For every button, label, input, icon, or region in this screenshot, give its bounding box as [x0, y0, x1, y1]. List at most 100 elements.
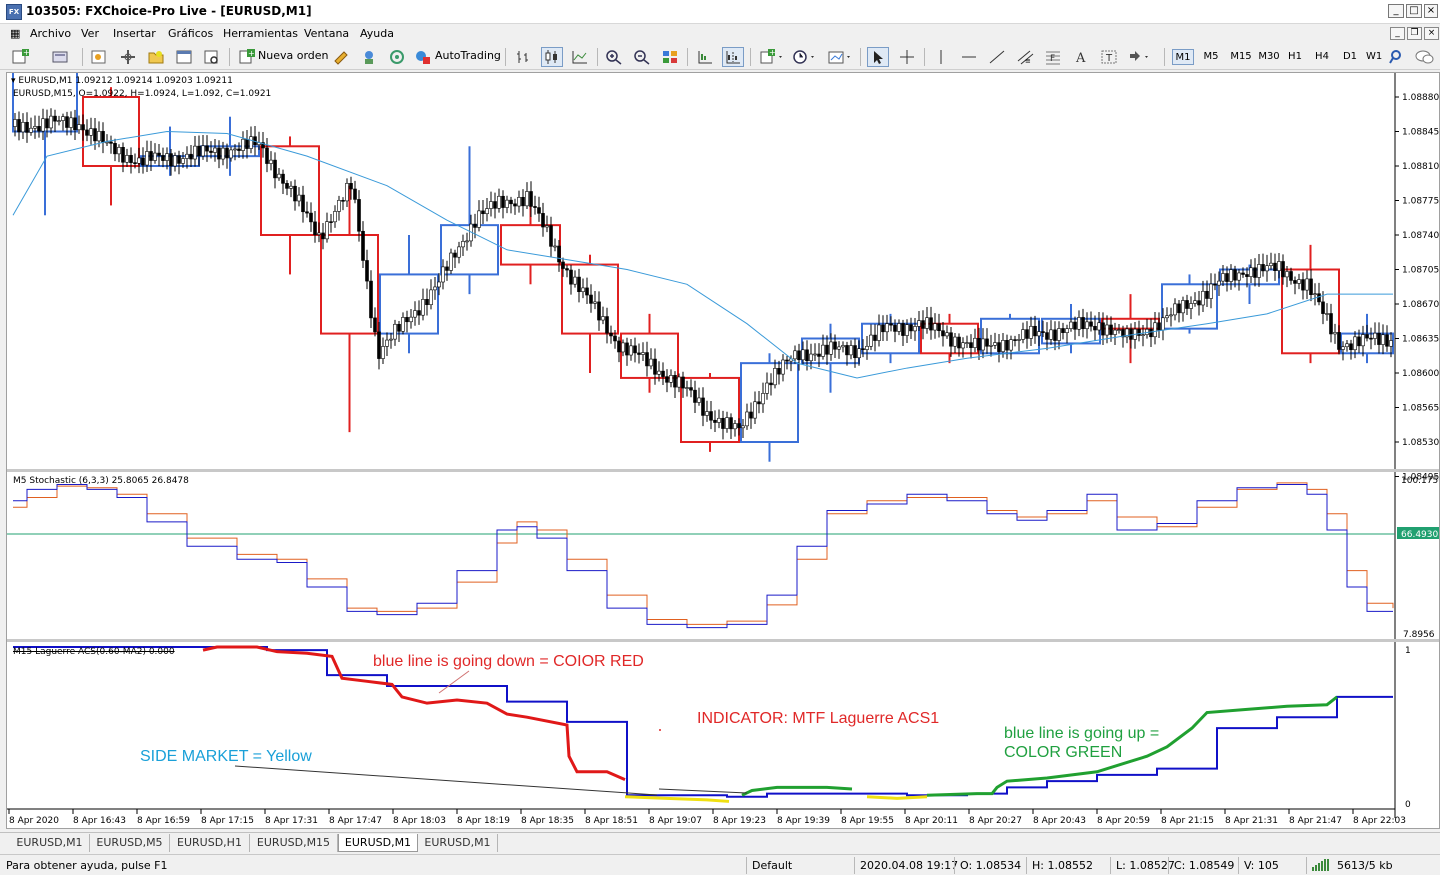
menu-insertar[interactable]: Insertar	[113, 27, 156, 40]
menu-graficos[interactable]: Gráficos	[168, 27, 213, 40]
menu-ver[interactable]: Ver	[81, 27, 99, 40]
timeframe-d1[interactable]: D1	[1339, 49, 1361, 65]
chart-shift-icon[interactable]	[722, 47, 744, 67]
status-help: Para obtener ayuda, pulse F1	[6, 859, 168, 872]
m1-candle	[1165, 315, 1169, 319]
tile-windows-icon[interactable]	[659, 47, 681, 67]
crosshair-icon[interactable]	[896, 47, 918, 67]
timeframe-m15[interactable]: M15	[1228, 49, 1254, 65]
fibonacci-icon[interactable]: F	[1042, 47, 1064, 67]
cursor-icon[interactable]	[867, 47, 889, 67]
indicators-icon[interactable]: +	[758, 47, 786, 67]
symbol-info-line: ▾ EURUSD,M1 1.09212 1.09214 1.09203 1.09…	[11, 76, 233, 86]
candlestick-icon[interactable]	[541, 47, 563, 67]
terminal-icon[interactable]	[173, 47, 195, 67]
timeframe-m1[interactable]: M1	[1172, 49, 1194, 65]
close-button[interactable]: ×	[1424, 4, 1438, 18]
menu-archivo[interactable]: Archivo	[30, 27, 71, 40]
chart-tab-1[interactable]: EURUSD,M1	[10, 834, 90, 852]
svg-text:A: A	[1075, 51, 1086, 65]
m1-candle	[973, 337, 977, 348]
chart-tab-3[interactable]: EURUSD,H1	[170, 834, 250, 852]
metaeditor-icon[interactable]	[330, 47, 352, 67]
profiles-icon[interactable]	[50, 47, 72, 67]
equidistant-channel-icon[interactable]: ≡	[1014, 47, 1036, 67]
data-window-icon[interactable]	[117, 47, 139, 67]
periods-icon[interactable]	[790, 47, 818, 67]
m1-candle	[1157, 322, 1161, 331]
autotrading-icon[interactable]	[412, 47, 434, 67]
templates-icon[interactable]	[826, 47, 854, 67]
menu-bar: ▦ Archivo Ver Insertar Gráficos Herramie…	[0, 24, 1440, 44]
m1-candle	[189, 153, 193, 160]
m1-candle	[141, 157, 145, 166]
m1-candle	[797, 350, 801, 361]
m1-candle	[1189, 303, 1193, 309]
m1-candle	[317, 232, 321, 235]
maximize-button[interactable]: □	[1406, 4, 1422, 18]
menu-ayuda[interactable]: Ayuda	[360, 27, 394, 40]
m1-candle	[1141, 334, 1145, 336]
menu-icon[interactable]: ▦	[10, 27, 20, 40]
timeframe-m30[interactable]: M30	[1256, 49, 1282, 65]
timeframe-m5[interactable]: M5	[1200, 49, 1222, 65]
market-watch-icon[interactable]	[88, 47, 110, 67]
minimize-button[interactable]: _	[1388, 4, 1404, 18]
new-chart-icon[interactable]: +	[10, 47, 32, 67]
line-chart-icon[interactable]	[569, 47, 591, 67]
time-axis-label: 8 Apr 19:23	[713, 816, 766, 826]
menu-ventana[interactable]: Ventana	[304, 27, 349, 40]
m1-candle	[861, 348, 865, 350]
timeframe-w1[interactable]: W1	[1366, 49, 1382, 65]
arrows-icon[interactable]	[1126, 47, 1154, 67]
text-label-icon[interactable]: T	[1098, 47, 1120, 67]
strategy-tester-icon[interactable]	[201, 47, 223, 67]
timeframe-h4[interactable]: H4	[1311, 49, 1333, 65]
search-icon[interactable]	[1386, 47, 1408, 67]
auto-scroll-icon[interactable]	[694, 47, 716, 67]
m1-candle	[57, 120, 61, 122]
mdi-close-button[interactable]: ×	[1424, 27, 1439, 40]
market-icon[interactable]	[386, 47, 408, 67]
chart-window[interactable]: 1.08880 1.08845 1.08810 1.08775 1.08740 1.087…	[6, 72, 1440, 829]
m1-candle	[609, 332, 613, 337]
chart-tab-6[interactable]: EURUSD,M1	[418, 834, 498, 852]
m1-candle	[1057, 328, 1061, 341]
zoom-out-icon[interactable]	[631, 47, 653, 67]
mdi-minimize-button[interactable]: _	[1390, 27, 1405, 40]
trendline-icon[interactable]	[986, 47, 1008, 67]
chat-icon[interactable]	[1414, 47, 1436, 67]
chart-tab-4[interactable]: EURUSD,M15	[250, 834, 338, 852]
zoom-in-icon[interactable]	[603, 47, 625, 67]
m1-candle	[805, 349, 809, 362]
m1-candle	[129, 155, 133, 163]
m1-candle	[17, 119, 21, 133]
mdi-restore-button[interactable]: ❐	[1407, 27, 1422, 40]
m1-candle	[1037, 331, 1041, 337]
m1-candle	[821, 344, 825, 357]
m1-candle	[457, 246, 461, 258]
vertical-line-icon[interactable]	[930, 47, 952, 67]
new-order-icon[interactable]: +	[236, 47, 258, 67]
text-icon[interactable]: A	[1070, 47, 1092, 67]
new-order-label[interactable]: Nueva orden	[258, 49, 329, 62]
m1-candle	[265, 147, 269, 164]
m1-candle	[1269, 262, 1273, 266]
m1-candle	[437, 281, 441, 288]
bar-chart-icon[interactable]	[513, 47, 535, 67]
chart-tab-5[interactable]: EURUSD,M1	[338, 834, 418, 852]
horizontal-line-icon[interactable]	[958, 47, 980, 67]
m1-candle	[233, 148, 237, 151]
m1-candle	[1093, 325, 1097, 331]
autotrading-label[interactable]: AutoTrading	[435, 49, 501, 62]
m1-candle	[573, 276, 577, 285]
m1-candle	[405, 317, 409, 323]
menu-herramientas[interactable]: Herramientas	[223, 27, 298, 40]
m1-candle	[397, 323, 401, 332]
chart-tab-2[interactable]: EURUSD,M5	[90, 834, 170, 852]
m1-candle	[297, 194, 301, 202]
annotation-pointer-red	[438, 670, 470, 694]
timeframe-h1[interactable]: H1	[1284, 49, 1306, 65]
signals-icon[interactable]	[358, 47, 380, 67]
navigator-icon[interactable]	[145, 47, 167, 67]
